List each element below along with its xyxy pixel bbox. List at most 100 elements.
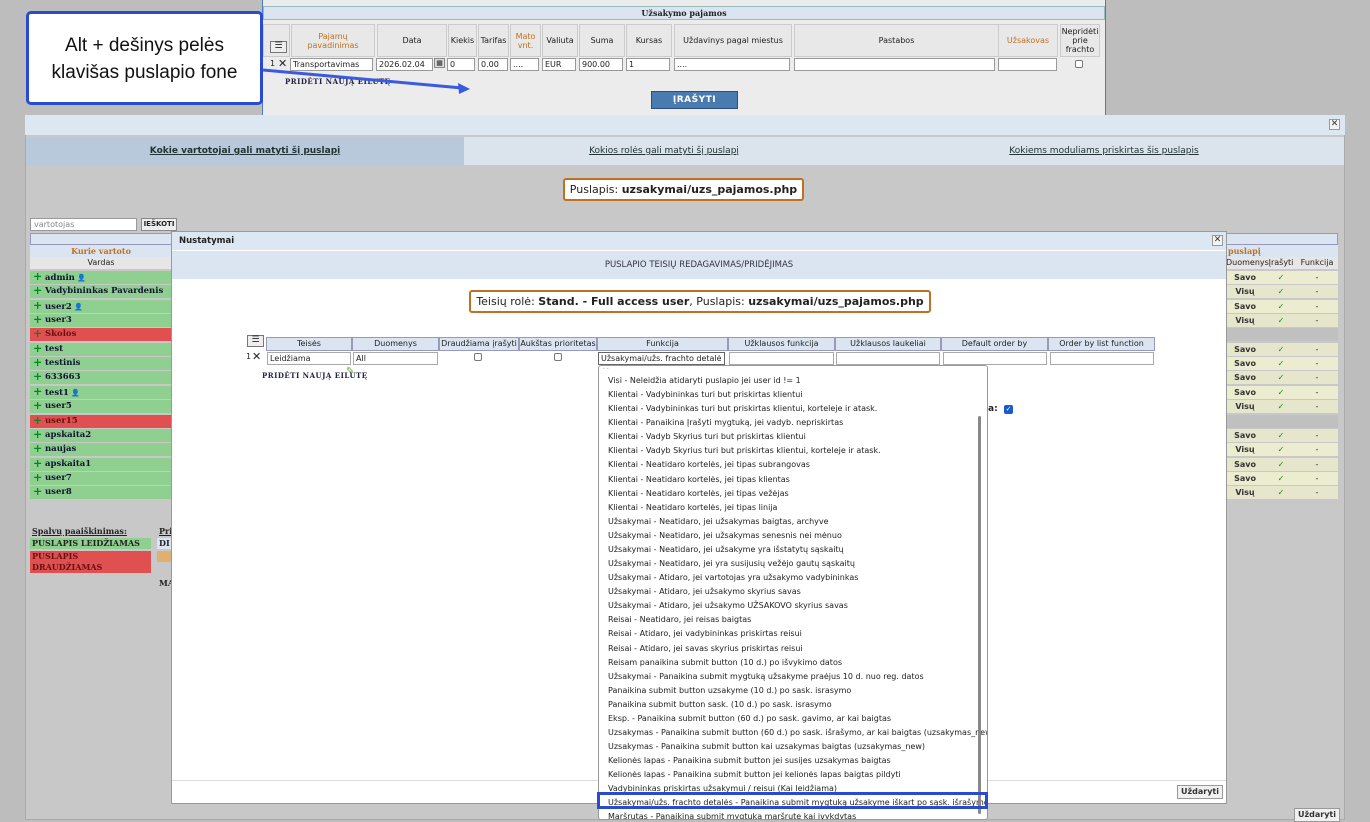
dropdown-option[interactable]: Klientai - Neatidaro kortelės, jei tipas… bbox=[608, 501, 777, 515]
user-row[interactable]: + test1 👤 bbox=[30, 385, 172, 399]
user-row[interactable]: + test bbox=[30, 342, 172, 356]
dropdown-option[interactable]: Užsakymai - Neatidaro, jei užsakymas sen… bbox=[608, 529, 842, 543]
dropdown-option[interactable]: Reisai - Neatidaro, jei reisas baigtas bbox=[608, 613, 751, 627]
dropdown-option[interactable]: Kelionės lapas - Panaikina submit button… bbox=[608, 754, 891, 768]
row-number: 1 bbox=[246, 352, 252, 361]
dropdown-option[interactable]: Užsakymai - Neatidaro, jei užsakymas bai… bbox=[608, 515, 829, 529]
dropdown-option[interactable]: Klientai - Vadyb Skyrius turi but priski… bbox=[608, 444, 881, 458]
delete-row-icon[interactable]: ✕ bbox=[252, 350, 261, 363]
query-fields-input[interactable] bbox=[836, 352, 940, 365]
user-row[interactable]: +633663 bbox=[30, 371, 172, 385]
dropdown-scrollbar[interactable] bbox=[978, 416, 981, 814]
dropdown-option[interactable]: Visi - Neleidžia atidaryti puslapio jei … bbox=[608, 374, 801, 388]
user-row[interactable]: + user8 bbox=[30, 486, 172, 500]
add-icon[interactable]: + bbox=[33, 343, 42, 354]
rate-kursas-input[interactable]: 1 bbox=[626, 58, 670, 71]
write-check-icon: ✓ bbox=[1277, 373, 1285, 383]
close-icon[interactable]: ✕ bbox=[1329, 119, 1340, 130]
save-button[interactable]: ĮRAŠYTI bbox=[651, 91, 738, 109]
search-button[interactable]: IEŠKOTI bbox=[141, 218, 177, 231]
user-row[interactable]: + user2 👤 bbox=[30, 299, 172, 313]
dropdown-option[interactable]: Klientai - Vadyb Skyrius turi but priski… bbox=[608, 430, 806, 444]
task-select[interactable]: .... bbox=[674, 58, 790, 71]
user-row[interactable]: + testinis bbox=[30, 357, 172, 371]
order-function-input[interactable] bbox=[1050, 352, 1154, 365]
user-row[interactable]: + user5 bbox=[30, 400, 172, 414]
add-icon[interactable]: + bbox=[33, 300, 42, 311]
tab-users[interactable]: Kokie vartotojai gali matyti šį puslapį bbox=[26, 137, 464, 165]
user-row[interactable]: + Skolos bbox=[30, 328, 172, 342]
deny-write-checkbox[interactable] bbox=[474, 353, 482, 361]
high-priority-checkbox[interactable] bbox=[554, 353, 562, 361]
dropdown-option[interactable]: Panaikina submit button sask. (10 d.) po… bbox=[608, 698, 832, 712]
function-select[interactable]: Užsakymai/užs. frachto detalė bbox=[598, 352, 725, 365]
dropdown-option[interactable]: Klientai - Vadybininkas turi but priskir… bbox=[608, 402, 877, 416]
tab-roles[interactable]: Kokios rolės gali matyti šį puslapį bbox=[464, 137, 864, 165]
client-input[interactable] bbox=[998, 58, 1057, 71]
rate-input[interactable]: 0.00 bbox=[478, 58, 508, 71]
add-icon[interactable]: + bbox=[33, 386, 42, 397]
dropdown-option[interactable]: Užsakymai - Neatidaro, jei užsakyme yra … bbox=[608, 543, 844, 557]
dropdown-option[interactable]: Užsakymai - Atidaro, jei užsakymo UŽSAKO… bbox=[608, 599, 848, 613]
add-icon[interactable]: + bbox=[33, 271, 42, 282]
user-row[interactable]: + naujas bbox=[30, 443, 172, 457]
currency-select[interactable]: EUR bbox=[542, 58, 576, 71]
user-row[interactable]: + admin 👤 bbox=[30, 271, 172, 284]
menu-icon[interactable]: ☰ bbox=[247, 335, 264, 347]
add-icon[interactable]: + bbox=[33, 458, 42, 469]
dropdown-option[interactable]: Užsakymai - Atidaro, jei užsakymo skyriu… bbox=[608, 585, 801, 599]
add-icon[interactable]: + bbox=[33, 429, 42, 440]
dropdown-option[interactable]: Kelionės lapas - Panaikina submit button… bbox=[608, 768, 901, 782]
add-icon[interactable]: + bbox=[33, 285, 42, 296]
user-row[interactable]: + user3 bbox=[30, 314, 172, 328]
unit-select[interactable]: .... bbox=[510, 58, 539, 71]
dropdown-option[interactable]: Reisai - Atidaro, jei savas skyrius pris… bbox=[608, 642, 803, 656]
query-function-input[interactable] bbox=[729, 352, 834, 365]
function-dropdown-list[interactable]: · · Visi - Neleidžia atidaryti puslapio … bbox=[598, 365, 988, 820]
add-icon[interactable]: + bbox=[33, 314, 42, 325]
add-icon[interactable]: + bbox=[33, 443, 42, 454]
dropdown-option[interactable]: Reisam panaikina submit button (10 d.) p… bbox=[608, 656, 842, 670]
user-name: admin bbox=[45, 273, 75, 283]
dropdown-option[interactable]: Užsakymai - Neatidaro, jei yra susijusių… bbox=[608, 557, 855, 571]
user-row[interactable]: + user7 bbox=[30, 471, 172, 485]
data-select[interactable]: All bbox=[353, 352, 438, 365]
tab-modules[interactable]: Kokiems moduliams priskirtas šis puslapi… bbox=[864, 137, 1344, 165]
dropdown-option[interactable]: Eksp. - Panaikina submit button (60 d.) … bbox=[608, 712, 891, 726]
rights-header-cell: Aukštas prioritetas bbox=[519, 337, 597, 351]
close-icon[interactable]: ✕ bbox=[1212, 235, 1223, 246]
add-icon[interactable]: + bbox=[33, 371, 42, 382]
add-icon[interactable]: + bbox=[33, 415, 42, 426]
no-freight-checkbox[interactable] bbox=[1075, 60, 1083, 68]
user-row[interactable]: + user15 bbox=[30, 414, 172, 428]
user-row[interactable]: + Vadybininkas Pavardenis bbox=[30, 285, 172, 299]
dropdown-option[interactable]: Klientai - Vadybininkas turi but priskir… bbox=[608, 388, 803, 402]
user-search-input[interactable]: vartotojas bbox=[30, 218, 137, 231]
add-icon[interactable]: + bbox=[33, 400, 42, 411]
user-row[interactable]: + apskaita1 bbox=[30, 457, 172, 471]
dropdown-option[interactable]: Klientai - Panaikina Įrašyti mygtuką, je… bbox=[608, 416, 843, 430]
dropdown-option[interactable]: Uzsakymas - Panaikina submit button (60 … bbox=[608, 726, 987, 740]
dropdown-option[interactable]: Užsakymai - Panaikina submit mygtuką užs… bbox=[608, 670, 924, 684]
dropdown-option[interactable]: Užsakymai - Atidaro, jei vartotojas yra … bbox=[608, 571, 858, 585]
add-icon[interactable]: + bbox=[33, 328, 42, 339]
add-icon[interactable]: + bbox=[33, 486, 42, 497]
dropdown-option[interactable]: Uzsakymas - Panaikina submit button kai … bbox=[608, 740, 925, 754]
dropdown-option[interactable]: Panaikina submit button uzsakyme (10 d.)… bbox=[608, 684, 851, 698]
menu-icon[interactable]: ☰ bbox=[270, 41, 287, 53]
user-name: test1 bbox=[45, 387, 69, 398]
dropdown-option[interactable]: Maršrutas - Panaikina submit mygtuką mar… bbox=[608, 810, 856, 819]
checked-checkbox[interactable]: ✓ bbox=[1004, 405, 1013, 414]
add-icon[interactable]: + bbox=[33, 357, 42, 368]
close-button[interactable]: Uždaryti bbox=[1177, 785, 1223, 799]
dropdown-option[interactable]: Klientai - Neatidaro kortelės, jei tipas… bbox=[608, 473, 790, 487]
rights-select[interactable]: Leidžiama bbox=[267, 352, 351, 365]
dropdown-option[interactable]: Reisai - Atidaro, jei vadybininkas prisk… bbox=[608, 627, 802, 641]
sum-input[interactable]: 900.00 bbox=[579, 58, 623, 71]
dropdown-option[interactable]: Klientai - Neatidaro kortelės, jei tipas… bbox=[608, 458, 810, 472]
user-row[interactable]: + apskaita2 bbox=[30, 428, 172, 442]
dropdown-option[interactable]: Klientai - Neatidaro kortelės, jei tipas… bbox=[608, 487, 789, 501]
default-order-input[interactable] bbox=[943, 352, 1047, 365]
add-icon[interactable]: + bbox=[33, 472, 42, 483]
notes-input[interactable] bbox=[794, 58, 995, 71]
